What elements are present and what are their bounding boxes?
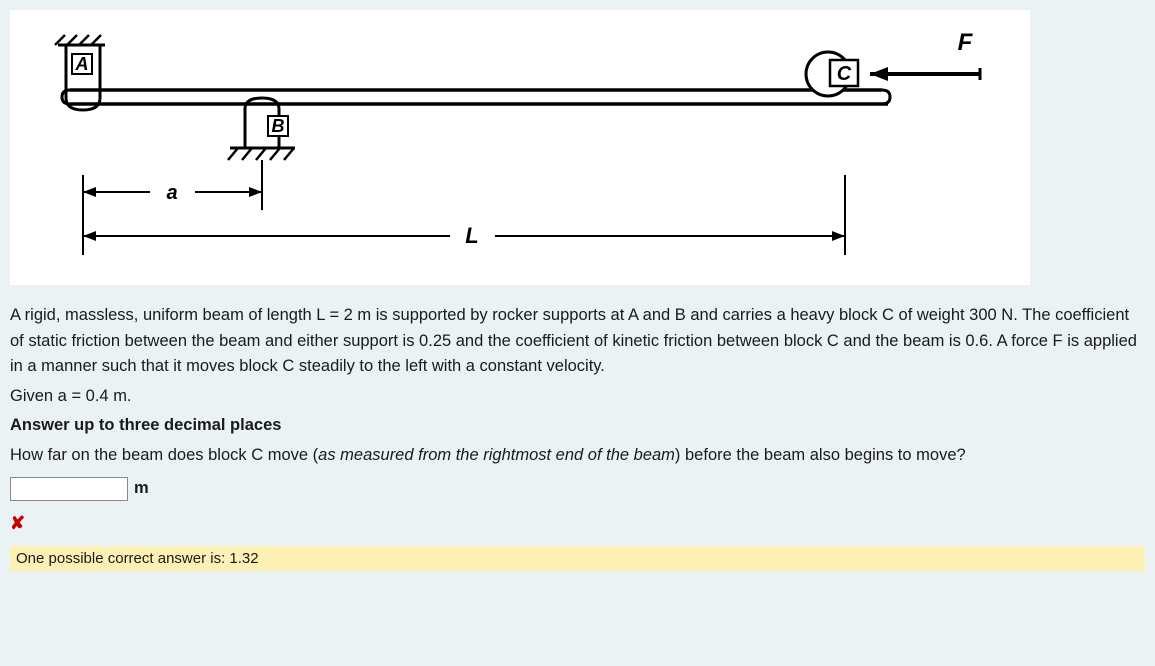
solution-bar: One possible correct answer is: 1.32 <box>10 546 1145 571</box>
problem-statement: A rigid, massless, uniform beam of lengt… <box>10 303 1145 380</box>
svg-text:C: C <box>837 63 852 85</box>
svg-text:B: B <box>272 116 285 136</box>
problem-given: Given a = 0.4 m. <box>10 384 1145 410</box>
page-container: A B <box>0 10 1155 666</box>
figure-area: A B <box>10 10 1030 285</box>
beam-diagram: A B <box>20 20 1020 275</box>
answer-row: m <box>10 476 1145 502</box>
svg-text:A: A <box>75 54 89 74</box>
incorrect-icon: ✘ <box>10 510 1145 538</box>
svg-text:F: F <box>958 29 974 56</box>
solution-prefix: One possible correct answer is: <box>16 550 229 567</box>
problem-text: A rigid, massless, uniform beam of lengt… <box>0 295 1155 544</box>
answer-unit: m <box>134 476 149 502</box>
problem-question: How far on the beam does block C move (a… <box>10 443 1145 469</box>
svg-text:a: a <box>166 182 177 204</box>
answer-input[interactable] <box>10 477 128 501</box>
svg-text:L: L <box>465 223 478 248</box>
solution-value: 1.32 <box>229 550 258 567</box>
problem-instruction: Answer up to three decimal places <box>10 413 1145 439</box>
